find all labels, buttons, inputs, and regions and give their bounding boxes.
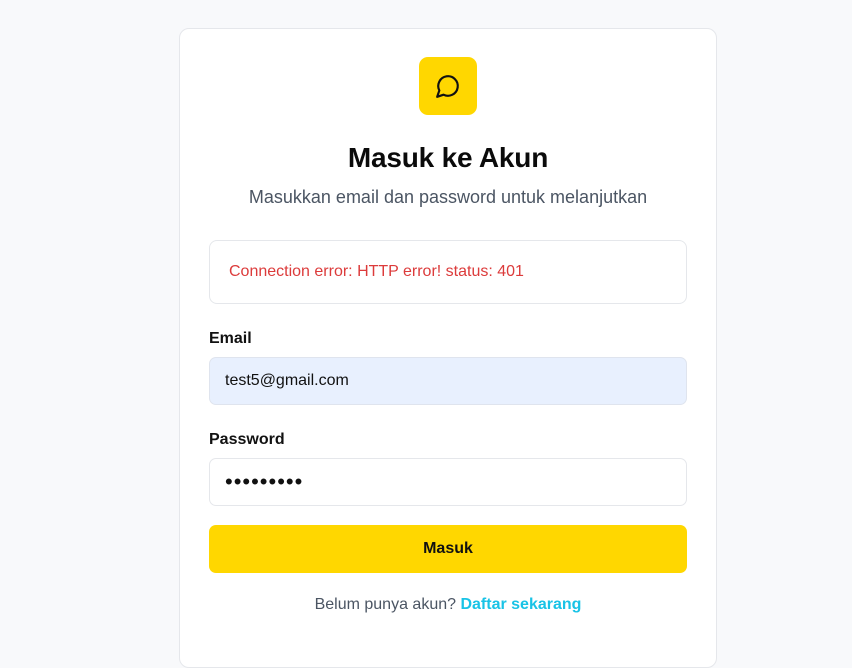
password-field[interactable] bbox=[209, 458, 687, 506]
page-title: Masuk ke Akun bbox=[347, 142, 549, 173]
signup-prompt-text: Belum punya akun? bbox=[314, 596, 457, 613]
page-subtitle: Masukkan email dan password untuk melanj… bbox=[248, 187, 648, 207]
login-button[interactable]: Masuk bbox=[209, 525, 687, 573]
email-label: Email bbox=[209, 330, 252, 347]
chat-bubble-icon bbox=[436, 75, 459, 98]
password-label: Password bbox=[209, 431, 285, 448]
email-field[interactable] bbox=[209, 357, 687, 405]
error-message: Connection error: HTTP error! status: 40… bbox=[229, 263, 524, 280]
error-alert: Connection error: HTTP error! status: 40… bbox=[209, 240, 687, 304]
app-logo bbox=[419, 57, 477, 115]
signup-prompt: Belum punya akun? Daftar sekarang bbox=[180, 596, 716, 614]
login-card: Masuk ke Akun Masukkan email dan passwor… bbox=[179, 28, 717, 668]
signup-link[interactable]: Daftar sekarang bbox=[460, 596, 581, 613]
